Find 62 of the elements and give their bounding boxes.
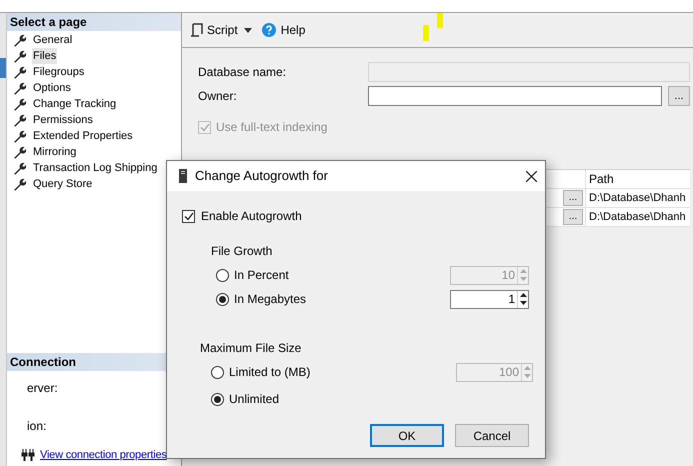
sidebar-item[interactable]: Extended Properties <box>32 128 134 144</box>
wrench-icon <box>13 34 26 46</box>
cancel-button[interactable]: Cancel <box>455 424 529 447</box>
wrench-icon <box>13 146 26 158</box>
help-icon <box>262 23 276 37</box>
browse-button[interactable]: ... <box>563 209 583 225</box>
help-button[interactable]: Help <box>262 21 306 39</box>
group-label: File Growth <box>211 243 274 260</box>
browse-button[interactable]: ... <box>563 190 583 206</box>
connection-label: erver: <box>27 380 59 397</box>
dialog-title: Change Autogrowth for <box>195 167 328 186</box>
wrench-icon <box>13 162 26 174</box>
table-cell-text: D:\Database\Dhanh <box>589 190 686 206</box>
sidebar-item[interactable]: Change Tracking <box>32 96 118 112</box>
radio-label: In Megabytes <box>234 291 306 308</box>
wrench-icon <box>13 82 26 94</box>
radio-label: Limited to (MB) <box>229 364 310 381</box>
script-icon <box>190 23 203 37</box>
wrench-icon <box>13 50 26 62</box>
wrench-icon <box>13 66 26 78</box>
marker-stroke <box>437 13 443 28</box>
sidebar-item[interactable]: Mirroring <box>32 144 78 160</box>
caret-icon[interactable] <box>244 28 252 32</box>
number-spinner[interactable]: 1 <box>450 290 529 308</box>
checkbox-label: Use full-text indexing <box>216 119 328 136</box>
group-label: Maximum File Size <box>200 340 302 357</box>
server-icon <box>179 169 187 183</box>
sidebar-item[interactable]: Transaction Log Shipping <box>32 160 158 176</box>
scrollbar-thumb[interactable] <box>0 58 6 78</box>
marker-stroke <box>423 25 429 41</box>
owner-field[interactable] <box>368 86 662 106</box>
checkbox-label: Enable Autogrowth <box>201 208 302 225</box>
browse-button[interactable]: ... <box>668 86 690 106</box>
radio-button[interactable] <box>211 392 224 406</box>
sidebar-item[interactable]: Permissions <box>32 112 94 128</box>
checkbox[interactable] <box>182 210 195 222</box>
radio-button[interactable] <box>216 268 229 282</box>
script-button[interactable]: Script <box>190 21 238 39</box>
radio-label: In Percent <box>234 267 289 284</box>
wrench-icon <box>13 114 26 126</box>
sidebar-item[interactable]: Query Store <box>32 176 94 192</box>
radio-button[interactable] <box>211 366 224 378</box>
wrench-icon <box>13 130 26 142</box>
spin-arrows-icon[interactable] <box>520 293 526 305</box>
connection-properties-link[interactable]: View connection properties <box>40 446 167 464</box>
wrench-icon <box>13 178 26 190</box>
table-cell-text: D:\Database\Dhanh <box>589 210 686 225</box>
plug-icon <box>21 449 35 461</box>
radio-label: Unlimited <box>229 391 280 408</box>
ok-button[interactable]: OK <box>370 424 444 447</box>
connection-label: ion: <box>27 418 48 435</box>
sidebar-item[interactable]: Files <box>32 48 58 64</box>
field-label: Database name: <box>198 64 288 81</box>
panel-header: Select a page <box>7 13 181 31</box>
sidebar-item[interactable]: Options <box>32 80 72 96</box>
wrench-icon <box>13 98 26 110</box>
close-icon[interactable] <box>526 170 537 182</box>
sidebar-item[interactable]: Filegroups <box>32 64 86 80</box>
radio-button[interactable] <box>216 292 229 306</box>
field-label: Owner: <box>198 88 238 105</box>
sidebar-item[interactable]: General <box>32 32 74 48</box>
column-header: Path <box>588 171 614 188</box>
